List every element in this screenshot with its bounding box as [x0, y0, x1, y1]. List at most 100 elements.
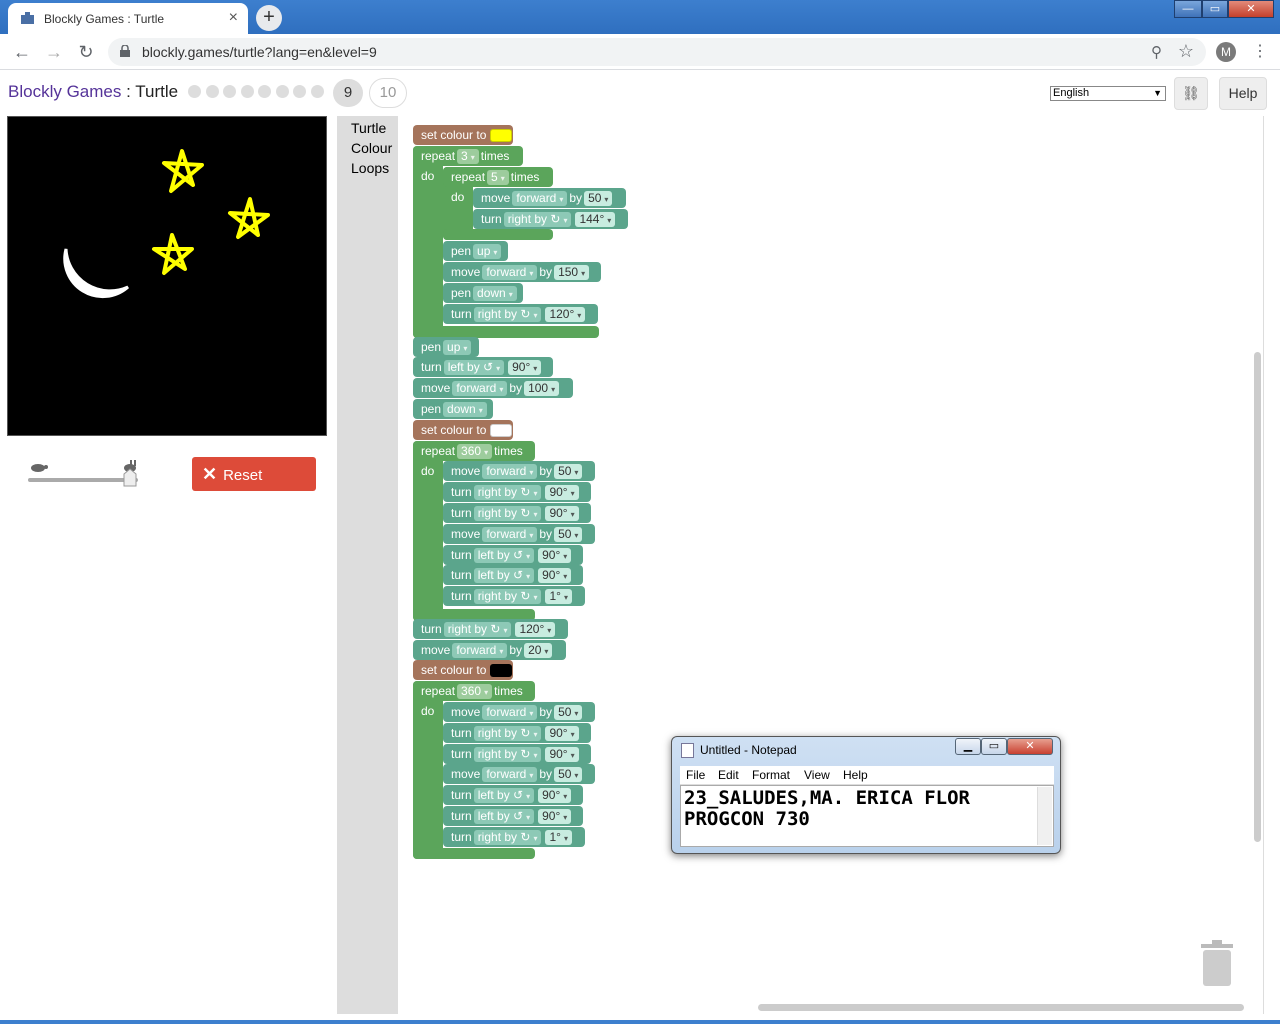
- next-level-button[interactable]: 10: [369, 78, 407, 108]
- turn-block[interactable]: turn right by ↻ ▾ 90° ▾: [443, 744, 591, 764]
- close-window-button[interactable]: ✕: [1228, 0, 1274, 18]
- level-dot-1[interactable]: [188, 85, 201, 98]
- repeat-block[interactable]: repeat 360 ▾ times: [413, 681, 535, 701]
- level-dot-5[interactable]: [258, 85, 271, 98]
- vertical-scrollbar[interactable]: [1254, 352, 1261, 842]
- address-bar: ← → ↻ blockly.games/turtle?lang=en&level…: [0, 34, 1280, 70]
- browser-tab[interactable]: Blockly Games : Turtle ×: [8, 3, 248, 34]
- reset-label: Reset: [223, 467, 263, 484]
- link-button[interactable]: ⛓: [1174, 77, 1208, 110]
- notepad-close-button[interactable]: ✕: [1007, 738, 1053, 755]
- browser-menu-icon[interactable]: ⋮: [1252, 42, 1268, 62]
- move-block[interactable]: move forward ▾ by 50 ▾: [443, 461, 595, 481]
- move-block[interactable]: move forward ▾ by 50 ▾: [443, 764, 595, 784]
- notepad-maximize-button[interactable]: ▭: [981, 738, 1007, 755]
- turn-block[interactable]: turn right by ↻ ▾ 144° ▾: [473, 209, 628, 229]
- level-dot-7[interactable]: [293, 85, 306, 98]
- do-label: do: [451, 190, 465, 204]
- toolbox-category-loops[interactable]: Loops: [351, 160, 389, 176]
- menu-view[interactable]: View: [804, 768, 830, 782]
- move-block[interactable]: move forward ▾ by 50 ▾: [473, 188, 626, 208]
- bookmark-star-icon[interactable]: ☆: [1178, 41, 1194, 62]
- star-3: [152, 233, 194, 275]
- do-label: do: [421, 464, 435, 478]
- move-block[interactable]: move forward ▾ by 20 ▾: [413, 640, 566, 660]
- close-tab-icon[interactable]: ×: [229, 9, 238, 27]
- tab-title: Blockly Games : Turtle: [44, 12, 165, 26]
- repeat-count-field: 360 ▾: [457, 684, 493, 700]
- pen-block[interactable]: pen down ▾: [443, 283, 523, 303]
- turn-block[interactable]: turn left by ↺ ▾ 90° ▾: [443, 545, 583, 565]
- repeat-block-footer: [443, 229, 553, 240]
- colour-swatch-white[interactable]: [490, 424, 513, 438]
- current-level-button[interactable]: 9: [333, 79, 363, 107]
- toolbox-category-colour[interactable]: Colour: [351, 140, 392, 156]
- language-select[interactable]: English ▼: [1050, 86, 1166, 101]
- horizontal-scrollbar[interactable]: [758, 1004, 1244, 1011]
- taskbar-edge: [0, 1020, 1280, 1024]
- brand-link[interactable]: Blockly Games: [8, 82, 121, 101]
- move-block[interactable]: move forward ▾ by 50 ▾: [443, 524, 595, 544]
- repeat-block[interactable]: repeat 5 ▾ times: [443, 167, 553, 187]
- level-dot-4[interactable]: [240, 85, 254, 98]
- pen-block[interactable]: pen up ▾: [443, 241, 508, 261]
- turn-block[interactable]: turn left by ↺ ▾ 90° ▾: [443, 806, 583, 826]
- pen-block[interactable]: pen up ▾: [413, 337, 479, 357]
- speed-slider[interactable]: [24, 458, 144, 490]
- zoom-icon[interactable]: ⚲: [1151, 43, 1162, 61]
- drawing: [63, 149, 270, 299]
- turn-block[interactable]: turn left by ↺ ▾ 90° ▾: [413, 357, 553, 377]
- back-icon[interactable]: ←: [10, 40, 34, 64]
- close-icon: ✕: [202, 464, 218, 484]
- reset-button[interactable]: ✕ Reset: [192, 457, 316, 491]
- trash-icon[interactable]: [1198, 940, 1236, 988]
- menu-file[interactable]: File: [686, 768, 705, 782]
- dropdown-arrow-icon: ▼: [1153, 88, 1162, 98]
- turn-block[interactable]: turn right by ↻ ▾ 90° ▾: [443, 723, 591, 743]
- turn-block[interactable]: turn right by ↻ ▾ 1° ▾: [443, 827, 585, 847]
- toolbox-category-turtle[interactable]: Turtle: [351, 120, 386, 136]
- turn-block[interactable]: turn left by ↺ ▾ 90° ▾: [443, 565, 583, 585]
- notepad-scrollbar[interactable]: [1037, 787, 1052, 845]
- colour-swatch-yellow[interactable]: [490, 129, 513, 143]
- move-block[interactable]: move forward ▾ by 50 ▾: [443, 702, 595, 722]
- turtle-canvas: [7, 116, 327, 436]
- level-dot-3[interactable]: [223, 85, 236, 98]
- set-colour-block[interactable]: set colour to: [413, 420, 513, 440]
- help-button[interactable]: Help: [1219, 77, 1267, 110]
- turn-block[interactable]: turn left by ↺ ▾ 90° ▾: [443, 785, 583, 805]
- maximize-window-button[interactable]: ▭: [1202, 0, 1228, 18]
- title-separator: :: [121, 82, 136, 101]
- turn-block[interactable]: turn right by ↻ ▾ 90° ▾: [443, 503, 591, 523]
- notepad-text-area[interactable]: 23_SALUDES,MA. ERICA FLOR PROGCON 730: [680, 785, 1054, 847]
- repeat-count-field: 360 ▾: [457, 444, 493, 460]
- minimize-window-button[interactable]: —: [1174, 0, 1202, 18]
- url-field[interactable]: blockly.games/turtle?lang=en&level=9 ⚲ ☆: [108, 38, 1206, 66]
- notepad-minimize-button[interactable]: ▁: [955, 738, 981, 755]
- set-colour-block[interactable]: set colour to: [413, 125, 513, 145]
- profile-avatar[interactable]: M: [1216, 42, 1236, 62]
- move-block[interactable]: move forward ▾ by 100 ▾: [413, 378, 573, 398]
- turn-block[interactable]: turn right by ↻ ▾ 90° ▾: [443, 482, 591, 502]
- level-dot-8[interactable]: [310, 85, 324, 98]
- new-tab-button[interactable]: +: [256, 5, 282, 31]
- turn-block[interactable]: turn right by ↻ ▾ 1° ▾: [443, 586, 585, 606]
- level-dot-2[interactable]: [205, 85, 219, 98]
- menu-help[interactable]: Help: [843, 768, 868, 782]
- menu-format[interactable]: Format: [752, 768, 790, 782]
- move-block[interactable]: move forward ▾ by 150 ▾: [443, 262, 601, 282]
- blockly-toolbox: Turtle Colour Loops: [337, 116, 398, 1014]
- turn-block[interactable]: turn right by ↻ ▾ 120° ▾: [443, 304, 598, 324]
- turn-block[interactable]: turn right by ↻ ▾ 120° ▾: [413, 619, 568, 639]
- menu-edit[interactable]: Edit: [718, 768, 739, 782]
- notepad-window[interactable]: Untitled - Notepad ▁ ▭ ✕ File Edit Forma…: [671, 736, 1061, 854]
- page-title: Blockly Games : Turtle: [8, 82, 178, 102]
- set-colour-block[interactable]: set colour to: [413, 660, 513, 680]
- forward-icon[interactable]: →: [42, 40, 66, 64]
- pen-block[interactable]: pen down ▾: [413, 399, 493, 419]
- level-dot-6[interactable]: [275, 85, 289, 98]
- reload-icon[interactable]: ↻: [74, 40, 98, 64]
- repeat-block[interactable]: repeat 360 ▾ times: [413, 441, 535, 461]
- repeat-block[interactable]: repeat 3 ▾ times: [413, 146, 523, 166]
- colour-swatch-black[interactable]: [490, 664, 513, 678]
